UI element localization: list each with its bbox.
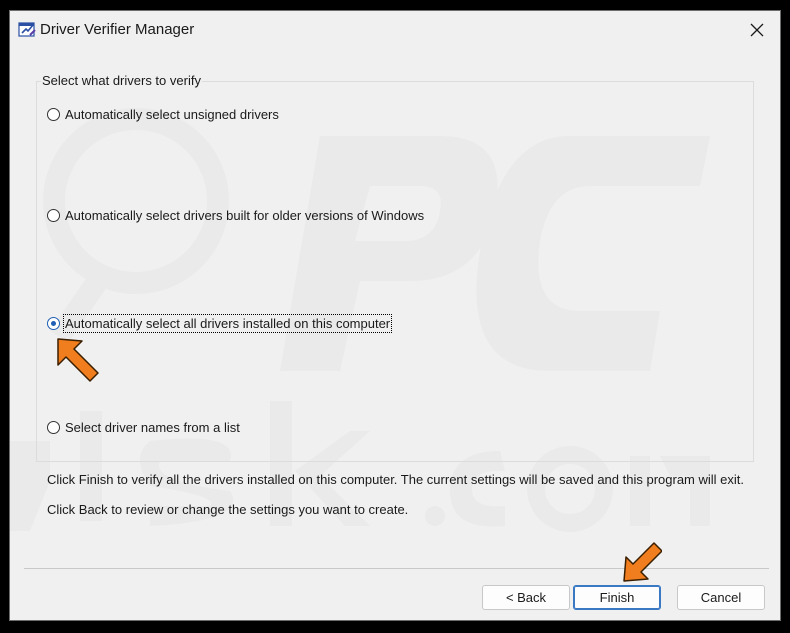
info-text-back: Click Back to review or change the setti…: [47, 502, 409, 517]
radio-older-windows-drivers[interactable]: [47, 209, 60, 222]
orange-arrow-icon: [623, 542, 662, 582]
title-bar: Driver Verifier Manager: [10, 11, 780, 49]
close-button[interactable]: [734, 11, 780, 49]
footer-separator: [24, 568, 769, 569]
radio-all-drivers[interactable]: [47, 317, 60, 330]
group-label: Select what drivers to verify: [41, 73, 202, 88]
info-text-finish: Click Finish to verify all the drivers i…: [47, 472, 744, 487]
radio-select-from-list[interactable]: [47, 421, 60, 434]
cancel-button[interactable]: Cancel: [677, 585, 765, 610]
option-label: Select driver names from a list: [65, 420, 240, 435]
dialog-window: Driver Verifier Manager Select what driv…: [9, 10, 781, 621]
option-label: Automatically select all drivers install…: [62, 314, 393, 333]
driver-selection-group: [36, 81, 754, 462]
option-label: Automatically select drivers built for o…: [65, 208, 425, 223]
option-label: Automatically select unsigned drivers: [65, 107, 279, 122]
radio-unsigned-drivers[interactable]: [47, 108, 60, 121]
back-button-label: < Back: [505, 590, 547, 605]
window-title: Driver Verifier Manager: [40, 21, 195, 38]
option-all-drivers[interactable]: Automatically select all drivers install…: [47, 314, 393, 333]
back-button[interactable]: < Back: [482, 585, 570, 610]
option-unsigned-drivers[interactable]: Automatically select unsigned drivers: [47, 107, 279, 122]
option-select-from-list[interactable]: Select driver names from a list: [47, 420, 240, 435]
option-older-windows-drivers[interactable]: Automatically select drivers built for o…: [47, 208, 424, 223]
finish-button[interactable]: Finish: [573, 585, 661, 610]
driver-verifier-icon: [18, 22, 36, 37]
finish-button-label: Finish: [599, 590, 635, 605]
close-icon: [750, 23, 764, 37]
cancel-button-label: Cancel: [700, 590, 742, 605]
